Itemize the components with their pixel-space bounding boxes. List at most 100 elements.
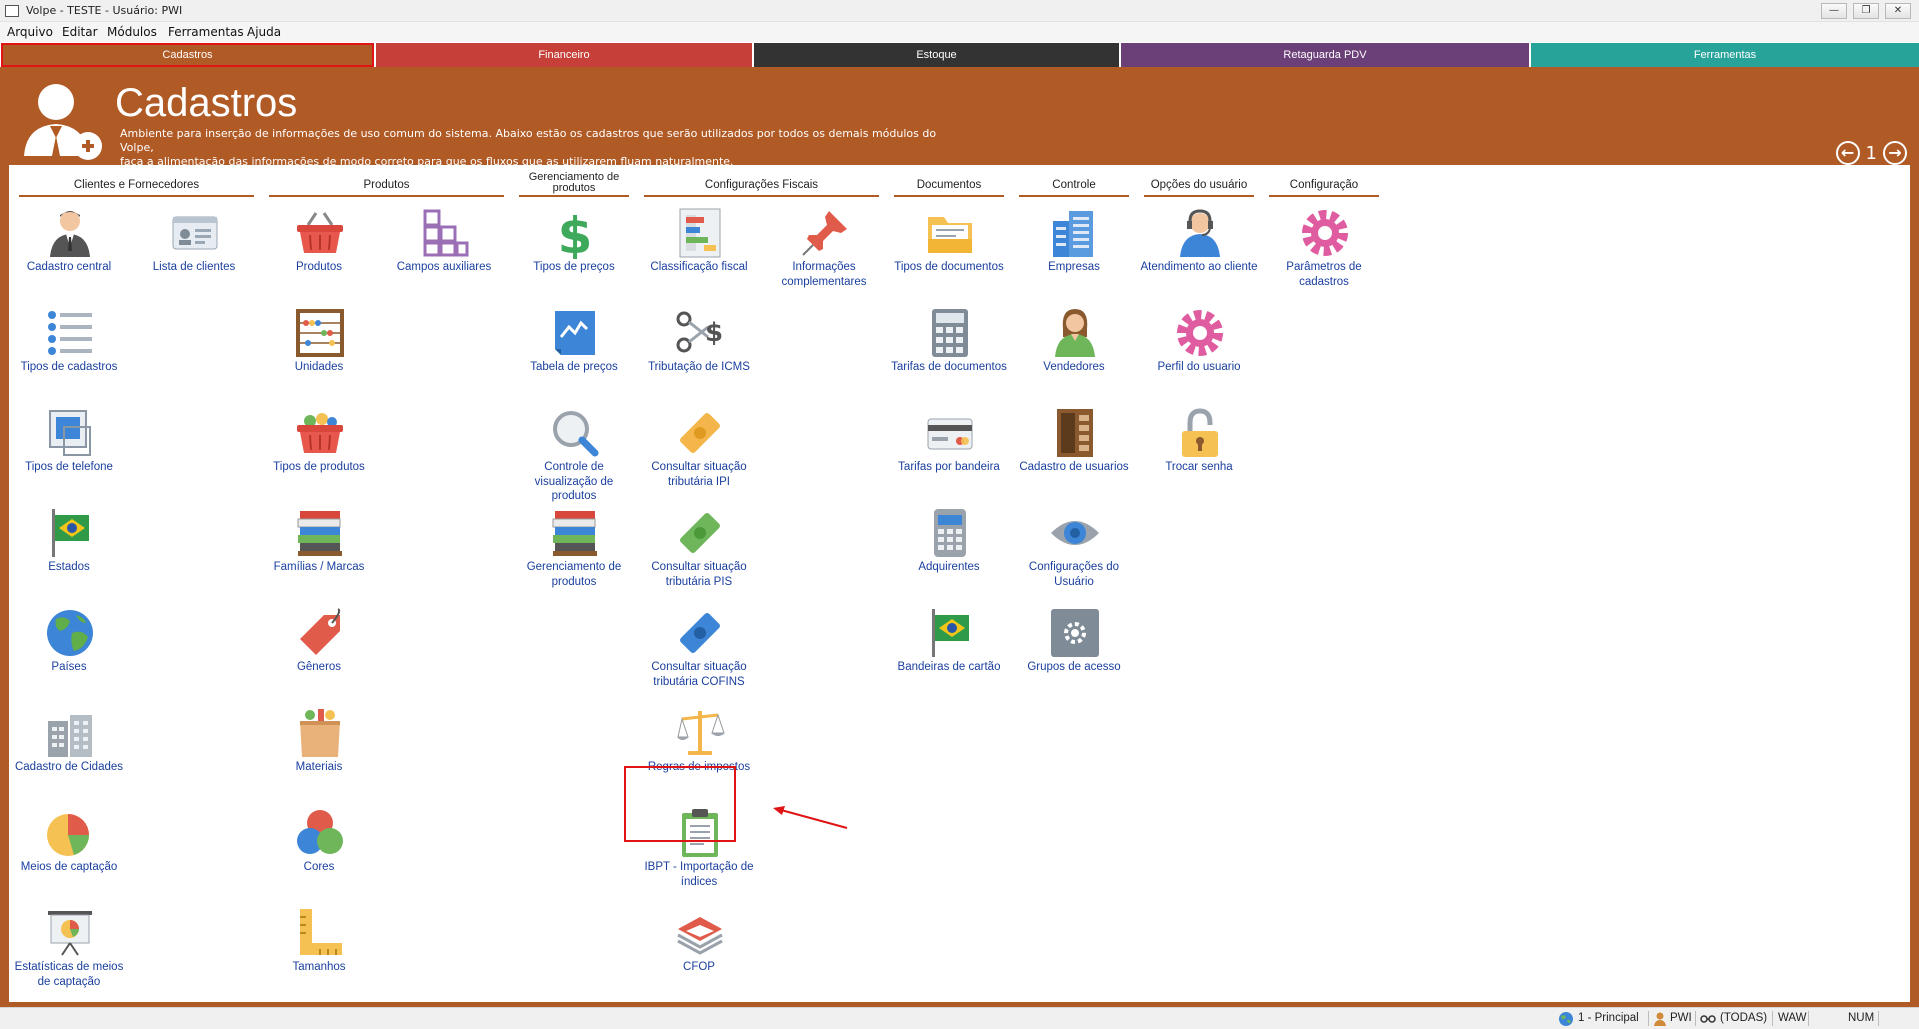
user-add-icon [24, 84, 102, 160]
tile-empresas[interactable]: Empresas [1014, 207, 1134, 305]
menu-bar: Arquivo Editar Módulos Ferramentas Ajuda [0, 22, 1919, 42]
tile-perfil-usuario[interactable]: Perfil do usuario [1139, 307, 1259, 405]
tile-consultar-ipi[interactable]: Consultar situação tributária IPI [639, 407, 759, 505]
close-button[interactable]: ✕ [1885, 3, 1911, 19]
tile-trocar-senha[interactable]: Trocar senha [1139, 407, 1259, 505]
tab-retaguarda-pdv[interactable]: Retaguarda PDV [1121, 43, 1529, 67]
tile-materiais[interactable]: Materiais [259, 707, 379, 805]
tab-estoque[interactable]: Estoque [754, 43, 1119, 67]
window-icon [49, 410, 91, 456]
tile-label: Tributação de ICMS [648, 361, 750, 373]
tile-familias-marcas[interactable]: Famílias / Marcas [259, 507, 379, 605]
tile-tipos-produtos[interactable]: Tipos de produtos [259, 407, 379, 505]
tile-tarifas-bandeira[interactable]: Tarifas por bandeira [889, 407, 1009, 505]
tile-tarifas-documentos[interactable]: Tarifas de documentos [889, 307, 1009, 405]
tile-label: Tipos de documentos [894, 261, 1004, 273]
window-title: Volpe - TESTE - Usuário: PWI [26, 4, 183, 17]
tile-paises[interactable]: Países [9, 607, 129, 705]
tile-meios-captacao[interactable]: Meios de captação [9, 807, 129, 905]
tab-cadastros[interactable]: Cadastros [1, 43, 374, 67]
tile-configuracoes-usuario[interactable]: Configurações do Usuário [1014, 507, 1134, 605]
tile-label: Classificação fiscal [650, 261, 748, 273]
next-page-icon[interactable]: → [1883, 141, 1907, 165]
tile-label: Cadastro central [26, 261, 112, 273]
tile-label: Consultar situação tributária COFINS [651, 661, 747, 688]
status-todas: (TODAS) [1720, 1012, 1768, 1024]
woman-icon [1055, 309, 1095, 357]
tile-label: Meios de captação [20, 861, 118, 873]
magnifier-icon [553, 411, 599, 457]
tile-label: Lista de clientes [152, 261, 236, 273]
restore-button[interactable]: ❐ [1853, 3, 1879, 19]
module-tabs: Cadastros Financeiro Estoque Retaguarda … [0, 43, 1919, 67]
minimize-button[interactable]: — [1821, 3, 1847, 19]
tile-consultar-cofins[interactable]: Consultar situação tributária COFINS [639, 607, 759, 705]
tile-campos-auxiliares[interactable]: Campos auxiliares [384, 207, 504, 305]
tab-financeiro[interactable]: Financeiro [376, 43, 752, 67]
menu-editar[interactable]: Editar [62, 25, 98, 39]
tag-icon [300, 608, 341, 655]
tile-cadastro-cidades[interactable]: Cadastro de Cidades [9, 707, 129, 805]
column-gerenciamento-produtos: Gerenciamento de produtos [519, 172, 629, 197]
tile-label: Perfil do usuario [1157, 361, 1241, 373]
list-icon [48, 311, 92, 355]
tile-produtos[interactable]: Produtos [259, 207, 379, 305]
previous-page-icon[interactable]: ← [1835, 141, 1860, 165]
tile-controle-visualizacao[interactable]: Controle de visualização de produtos [514, 407, 634, 505]
tile-vendedores[interactable]: Vendedores [1014, 307, 1134, 405]
tile-generos[interactable]: Gêneros [259, 607, 379, 705]
tile-informacoes-complementares[interactable]: Informações complementares [764, 207, 884, 305]
tile-tipos-documentos[interactable]: Tipos de documentos [889, 207, 1009, 305]
calculator-icon [932, 309, 968, 357]
tile-label: Estatísticas de meios de captação [14, 961, 124, 988]
tile-estatisticas[interactable]: Estatísticas de meios de captação [9, 907, 129, 1005]
tile-tabela-precos[interactable]: Tabela de preços [514, 307, 634, 405]
tile-tipos-precos[interactable]: $ Tipos de preços [514, 207, 634, 305]
tile-cfop[interactable]: CFOP [639, 907, 759, 1005]
tile-lista-clientes[interactable]: Lista de clientes [134, 207, 254, 305]
menu-ferramentas[interactable]: Ferramentas [168, 25, 244, 39]
tile-cadastro-central[interactable]: Cadastro central [9, 207, 129, 305]
user-icon [1654, 1012, 1666, 1026]
ruler-icon [300, 909, 342, 955]
tile-unidades[interactable]: Unidades [259, 307, 379, 405]
tile-atendimento-cliente[interactable]: Atendimento ao cliente [1139, 207, 1259, 305]
globe-icon [47, 610, 93, 656]
tile-tipos-cadastros[interactable]: Tipos de cadastros [9, 307, 129, 405]
tile-tamanhos[interactable]: Tamanhos [259, 907, 379, 1005]
tile-cores[interactable]: Cores [259, 807, 379, 905]
tile-cadastro-usuarios[interactable]: Cadastro de usuarios [1014, 407, 1134, 505]
headset-agent-icon [1180, 209, 1220, 257]
menu-ajuda[interactable]: Ajuda [247, 25, 281, 39]
banknote-icon [680, 513, 720, 553]
tile-grupos-acesso[interactable]: Grupos de acesso [1014, 607, 1134, 705]
tile-label: Cores [303, 861, 335, 873]
tile-label: Informações complementares [781, 261, 867, 288]
column-controle: Controle [1019, 173, 1129, 197]
tile-adquirentes[interactable]: Adquirentes [889, 507, 1009, 605]
buildings-icon [48, 715, 92, 757]
tile-label: Atendimento ao cliente [1140, 261, 1258, 273]
card-machine-icon [934, 509, 966, 557]
tile-label: Tarifas de documentos [891, 361, 1007, 373]
tile-estados[interactable]: Estados [9, 507, 129, 605]
tab-ferramentas[interactable]: Ferramentas [1531, 43, 1919, 67]
tile-parametros-cadastros[interactable]: Parâmetros de cadastros [1264, 207, 1384, 305]
menu-modulos[interactable]: Módulos [107, 25, 157, 39]
person-icon [50, 211, 90, 257]
tile-consultar-pis[interactable]: Consultar situação tributária PIS [639, 507, 759, 605]
books-icon [297, 511, 342, 556]
tile-label: CFOP [683, 961, 715, 973]
tile-tipos-telefone[interactable]: Tipos de telefone [9, 407, 129, 505]
tile-bandeiras-cartao[interactable]: Bandeiras de cartão [889, 607, 1009, 705]
flag-icon [52, 509, 89, 557]
tile-label: Cadastro de usuarios [1019, 461, 1129, 473]
tile-classificacao-fiscal[interactable]: Classificação fiscal [639, 207, 759, 305]
tile-gerenciamento-produtos[interactable]: Gerenciamento de produtos [514, 507, 634, 605]
abacus-icon [296, 309, 344, 357]
menu-arquivo[interactable]: Arquivo [7, 25, 53, 39]
tile-label: Trocar senha [1165, 461, 1233, 473]
eye-icon [1051, 521, 1099, 545]
tile-tributacao-icms[interactable]: $ Tributação de ICMS [639, 307, 759, 405]
tile-label: IBPT - Importação de índices [644, 861, 754, 888]
